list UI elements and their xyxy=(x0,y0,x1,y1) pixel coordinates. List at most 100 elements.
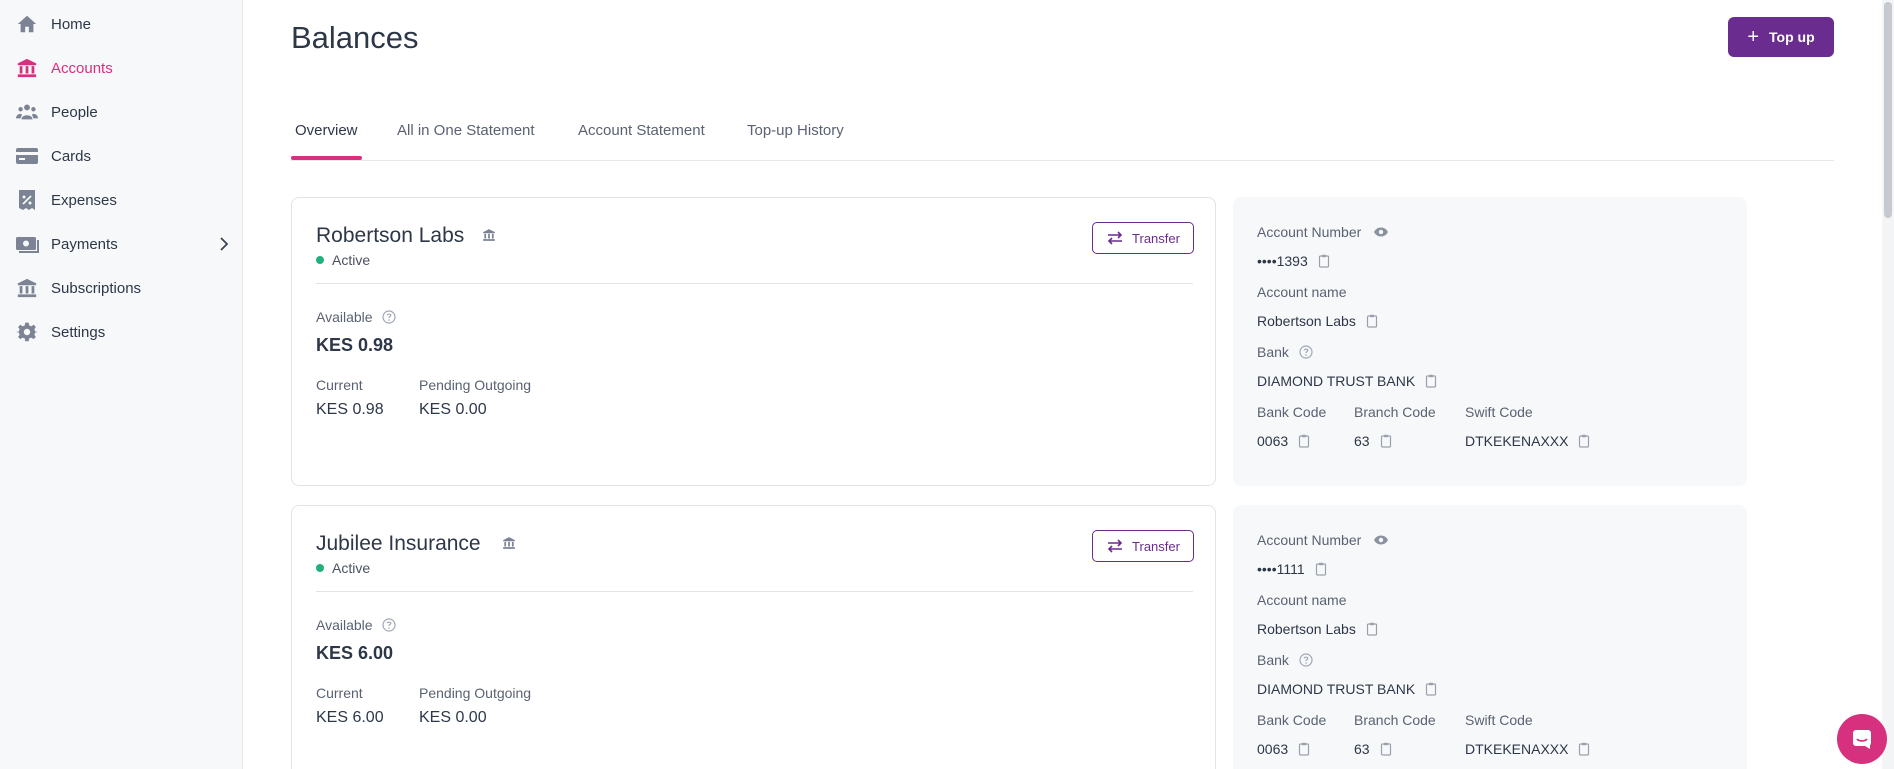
bank-value: DIAMOND TRUST BANK xyxy=(1257,373,1437,389)
swift-code-value: DTKEKENAXXX xyxy=(1465,433,1590,449)
payments-icon xyxy=(15,232,39,256)
bank-text: DIAMOND TRUST BANK xyxy=(1257,681,1416,697)
eye-icon[interactable] xyxy=(1373,225,1389,241)
copy-icon[interactable] xyxy=(1366,314,1378,328)
status-badge: Active xyxy=(316,560,370,576)
bank-icon xyxy=(502,536,516,555)
available-balance: KES 0.98 xyxy=(316,335,394,355)
bank-label: Bank xyxy=(1257,652,1313,670)
tab-label: All in One Statement xyxy=(397,122,535,139)
current-label: Current xyxy=(316,685,363,701)
sidebar: Home Accounts People Cards Expenses Paym… xyxy=(0,0,243,769)
tab-label: Top-up History xyxy=(747,122,844,139)
chevron-right-icon xyxy=(219,236,229,257)
account-number-label: Account Number xyxy=(1257,532,1389,549)
page-title: Balances xyxy=(291,20,419,55)
scrollbar-thumb[interactable] xyxy=(1884,2,1892,218)
divider xyxy=(316,283,1193,284)
bank-code-label: Bank Code xyxy=(1257,404,1327,420)
swift-code-label: Swift Code xyxy=(1465,404,1533,420)
account-number-text: ••••1111 xyxy=(1257,561,1305,577)
branch-code-text: 63 xyxy=(1354,741,1370,757)
help-icon[interactable] xyxy=(382,310,397,327)
copy-icon[interactable] xyxy=(1315,562,1327,576)
bank-label-text: Bank xyxy=(1257,652,1289,668)
tab-bar: Overview All in One Statement Account St… xyxy=(291,114,1834,161)
copy-icon[interactable] xyxy=(1318,254,1330,268)
copy-icon[interactable] xyxy=(1298,742,1310,756)
sidebar-item-accounts[interactable]: Accounts xyxy=(0,50,243,86)
sidebar-item-expenses[interactable]: Expenses xyxy=(0,182,243,218)
copy-icon[interactable] xyxy=(1578,434,1590,448)
divider xyxy=(316,591,1193,592)
sidebar-item-payments[interactable]: Payments xyxy=(0,226,243,262)
chat-launcher-button[interactable] xyxy=(1837,714,1887,764)
account-card: Jubilee Insurance Active Transfer Availa… xyxy=(291,505,1216,769)
top-up-button[interactable]: + Top up xyxy=(1728,17,1834,57)
account-card: Robertson Labs Active Transfer Available… xyxy=(291,197,1216,486)
current-label: Current xyxy=(316,377,363,393)
status-dot xyxy=(316,256,324,264)
bank-value: DIAMOND TRUST BANK xyxy=(1257,681,1437,697)
sidebar-item-label: Settings xyxy=(51,323,106,341)
sidebar-item-label: Subscriptions xyxy=(51,279,142,297)
pending-outgoing-balance: KES 0.00 xyxy=(419,401,487,418)
transfer-icon xyxy=(1107,539,1123,553)
help-icon[interactable] xyxy=(1299,345,1313,362)
bank-text: DIAMOND TRUST BANK xyxy=(1257,373,1416,389)
copy-icon[interactable] xyxy=(1425,374,1437,388)
copy-icon[interactable] xyxy=(1578,742,1590,756)
transfer-button[interactable]: Transfer xyxy=(1092,222,1194,254)
branch-code-value: 63 xyxy=(1354,433,1392,449)
bank-code-value: 0063 xyxy=(1257,433,1310,449)
card-icon xyxy=(15,144,39,168)
home-icon xyxy=(15,12,39,36)
account-name: Jubilee Insurance xyxy=(316,532,481,555)
status-badge: Active xyxy=(316,252,370,268)
top-up-label: Top up xyxy=(1769,29,1815,45)
copy-icon[interactable] xyxy=(1380,742,1392,756)
eye-icon[interactable] xyxy=(1373,533,1389,549)
transfer-button[interactable]: Transfer xyxy=(1092,530,1194,562)
account-name-label: Account name xyxy=(1257,284,1347,300)
account-number-label: Account Number xyxy=(1257,224,1389,241)
sidebar-item-cards[interactable]: Cards xyxy=(0,138,243,174)
copy-icon[interactable] xyxy=(1366,622,1378,636)
transfer-icon xyxy=(1107,231,1123,245)
transfer-label: Transfer xyxy=(1132,230,1180,246)
sidebar-item-people[interactable]: People xyxy=(0,94,243,130)
available-label: Available xyxy=(316,617,397,635)
account-details-panel: Account Number ••••1393 Account name Rob… xyxy=(1233,197,1747,486)
sidebar-item-settings[interactable]: Settings xyxy=(0,314,243,350)
tab-all-in-one-statement[interactable]: All in One Statement xyxy=(397,122,535,161)
tab-account-statement[interactable]: Account Statement xyxy=(578,122,705,161)
status-text: Active xyxy=(332,252,371,268)
account-name-value: Robertson Labs xyxy=(1257,621,1378,637)
pending-outgoing-label: Pending Outgoing xyxy=(419,685,532,701)
account-number-label-text: Account Number xyxy=(1257,224,1362,240)
account-name-text: Robertson Labs xyxy=(1257,313,1356,329)
available-balance: KES 6.00 xyxy=(316,643,394,663)
swift-code-value: DTKEKENAXXX xyxy=(1465,741,1590,757)
sidebar-item-home[interactable]: Home xyxy=(0,6,243,42)
gear-icon xyxy=(15,320,39,344)
account-details-panel: Account Number ••••1111 Account name Rob… xyxy=(1233,505,1747,769)
copy-icon[interactable] xyxy=(1425,682,1437,696)
swift-code-text: DTKEKENAXXX xyxy=(1465,433,1569,449)
tab-top-up-history[interactable]: Top-up History xyxy=(747,122,844,161)
swift-code-label: Swift Code xyxy=(1465,712,1533,728)
bank-code-value: 0063 xyxy=(1257,741,1310,757)
copy-icon[interactable] xyxy=(1380,434,1392,448)
bank-code-text: 0063 xyxy=(1257,741,1289,757)
account-name-value: Robertson Labs xyxy=(1257,313,1378,329)
current-balance: KES 6.00 xyxy=(316,709,384,726)
copy-icon[interactable] xyxy=(1298,434,1310,448)
bank-code-label: Bank Code xyxy=(1257,712,1327,728)
sidebar-item-label: Accounts xyxy=(51,59,113,77)
help-icon[interactable] xyxy=(382,618,397,635)
help-icon[interactable] xyxy=(1299,653,1313,670)
sidebar-item-subscriptions[interactable]: Subscriptions xyxy=(0,270,243,306)
account-number-value: ••••1111 xyxy=(1257,561,1327,577)
pending-outgoing-label: Pending Outgoing xyxy=(419,377,532,393)
scrollbar[interactable] xyxy=(1882,0,1894,769)
